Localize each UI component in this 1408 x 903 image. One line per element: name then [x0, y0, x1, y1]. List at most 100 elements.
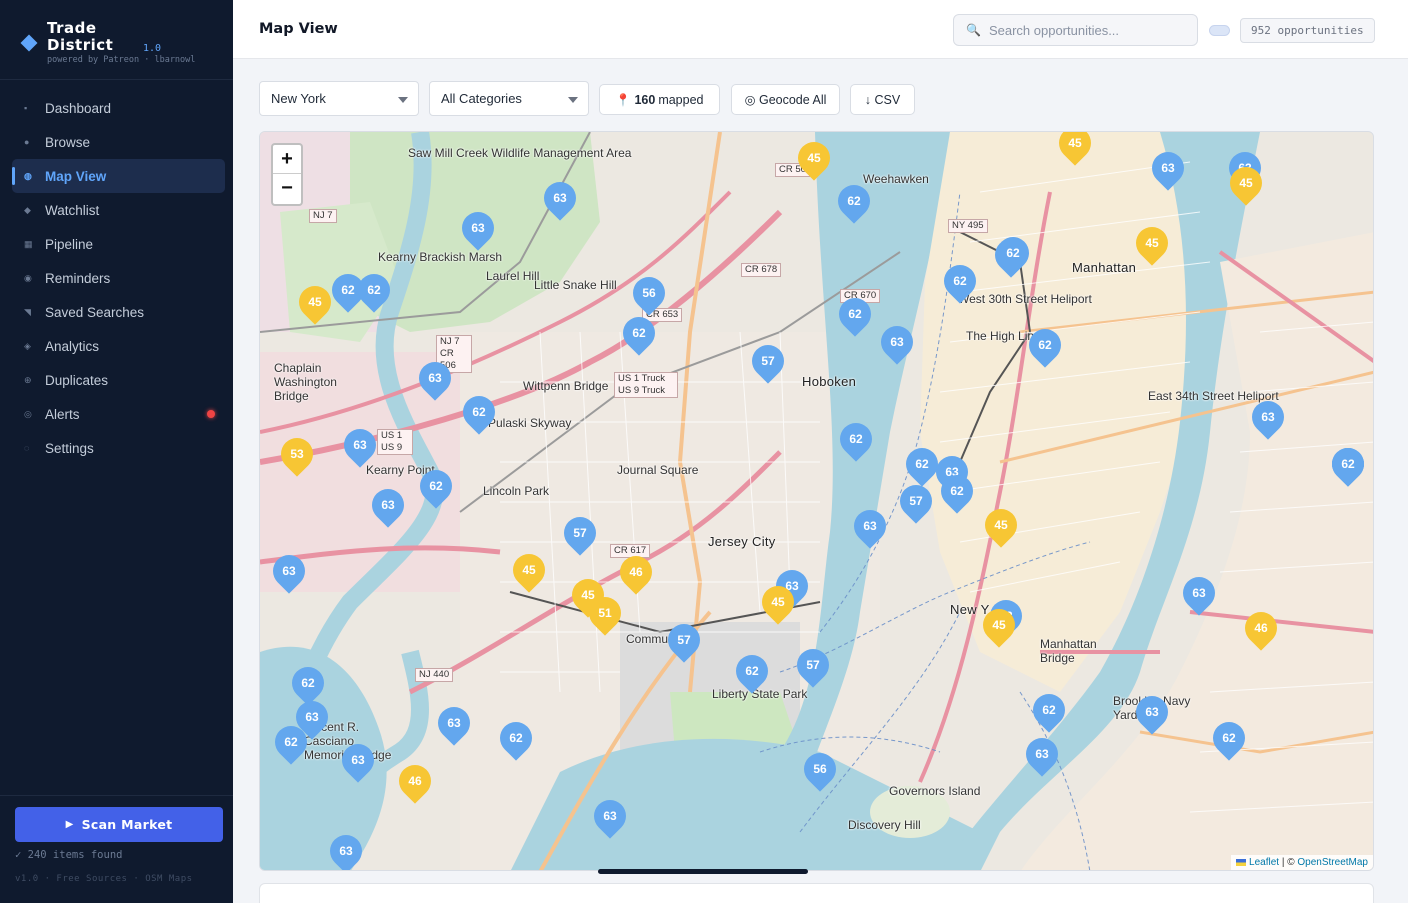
opportunity-cluster-marker[interactable]: 63: [431, 700, 477, 747]
opportunity-cluster-marker[interactable]: 46: [392, 758, 438, 805]
opportunity-cluster-marker[interactable]: 62: [351, 267, 397, 314]
sidebar-item-label: Settings: [45, 440, 94, 456]
opportunity-cluster-marker[interactable]: 63: [1245, 394, 1291, 441]
opportunity-cluster-marker[interactable]: 62: [1325, 441, 1371, 488]
road-shield: US 1 Truck US 9 Truck: [614, 372, 678, 398]
opportunity-cluster-marker[interactable]: 62: [831, 178, 877, 225]
sidebar-item-dashboard[interactable]: ▪ Dashboard: [12, 91, 225, 125]
map-view[interactable]: + − Weehawken Manhattan Hoboken Journal Squ…: [259, 131, 1374, 871]
view-toggle[interactable]: [1209, 25, 1230, 36]
cluster-count: 46: [408, 774, 422, 788]
watchlist-icon: ◆: [24, 204, 31, 215]
opportunity-cluster-marker[interactable]: 63: [455, 205, 501, 252]
sidebar-item-duplicates[interactable]: ⊕ Duplicates: [12, 363, 225, 397]
geocode-all-button[interactable]: ◎ Geocode All: [731, 84, 840, 115]
opportunity-cluster-marker[interactable]: 63: [412, 355, 458, 402]
opportunity-cluster-marker[interactable]: 62: [456, 389, 502, 436]
horizontal-scrollbar[interactable]: [598, 869, 808, 874]
opportunity-cluster-marker[interactable]: 63: [323, 828, 369, 870]
opportunity-cluster-marker[interactable]: 62: [616, 310, 662, 357]
csv-export-button[interactable]: ↓ CSV: [850, 84, 915, 115]
opportunity-cluster-marker[interactable]: 45: [978, 502, 1024, 549]
sidebar-item-pipeline[interactable]: ▦ Pipeline: [12, 227, 225, 261]
opportunity-cluster-marker[interactable]: 63: [874, 319, 920, 366]
opportunity-cluster-marker[interactable]: 45: [755, 579, 801, 626]
opportunity-cluster-marker[interactable]: 63: [266, 548, 312, 595]
opportunity-cluster-marker[interactable]: 57: [661, 617, 707, 664]
opportunity-cluster-marker[interactable]: 62: [413, 463, 459, 510]
opportunity-cluster-marker[interactable]: 63: [1019, 731, 1065, 778]
opportunity-cluster-marker[interactable]: 57: [790, 642, 836, 689]
opportunity-cluster-marker[interactable]: 57: [557, 510, 603, 557]
opportunity-cluster-marker[interactable]: 63: [587, 793, 633, 840]
opportunity-cluster-marker[interactable]: 62: [1022, 322, 1068, 369]
opportunity-cluster-marker[interactable]: 63: [365, 482, 411, 529]
opportunity-cluster-marker[interactable]: 62: [1206, 715, 1252, 762]
opportunity-cluster-marker[interactable]: 56: [626, 270, 672, 317]
cluster-count: 45: [1239, 176, 1253, 190]
opportunity-cluster-marker[interactable]: 63: [1145, 145, 1191, 192]
sidebar-item-settings[interactable]: ◌ Settings: [12, 431, 225, 465]
sidebar-item-reminders[interactable]: ◉ Reminders: [12, 261, 225, 295]
sidebar-item-saved-searches[interactable]: ◥ Saved Searches: [12, 295, 225, 329]
cluster-count: 63: [1192, 586, 1206, 600]
opportunity-cluster-marker[interactable]: 46: [613, 549, 659, 596]
opportunity-cluster-marker[interactable]: 63: [847, 503, 893, 550]
opportunity-cluster-marker[interactable]: 45: [1223, 160, 1269, 207]
category-select-value: All Categories: [441, 91, 522, 106]
cluster-count: 62: [632, 326, 646, 340]
opportunity-cluster-marker[interactable]: 63: [335, 737, 381, 784]
sidebar-item-analytics[interactable]: ◈ Analytics: [12, 329, 225, 363]
opportunity-cluster-marker[interactable]: 62: [899, 441, 945, 488]
brand-version: 1.0: [143, 43, 162, 54]
opportunity-cluster-marker[interactable]: 45: [1052, 132, 1098, 167]
zoom-in-button[interactable]: +: [273, 145, 301, 174]
zoom-out-button[interactable]: −: [273, 174, 301, 203]
opportunity-cluster-marker[interactable]: 53: [274, 431, 320, 478]
search-box[interactable]: 🔍: [953, 14, 1198, 46]
cluster-count: 63: [351, 753, 365, 767]
analytics-icon: ◈: [24, 340, 31, 351]
opportunity-cluster-marker[interactable]: 62: [990, 230, 1036, 277]
road-shield: CR 678: [741, 263, 782, 277]
osm-link[interactable]: OpenStreetMap: [1297, 857, 1368, 868]
category-select[interactable]: All Categories: [429, 81, 589, 116]
sidebar-item-map-view[interactable]: ◍ Map View: [12, 159, 225, 193]
sidebar-item-alerts[interactable]: ◎ Alerts: [12, 397, 225, 431]
opportunity-cluster-marker[interactable]: 45: [506, 547, 552, 594]
search-input[interactable]: [988, 22, 1189, 38]
opportunity-cluster-marker[interactable]: 45: [1129, 220, 1175, 267]
cluster-count: 57: [761, 354, 775, 368]
cluster-count: 57: [677, 633, 691, 647]
opportunity-cluster-marker[interactable]: 62: [937, 258, 983, 305]
sidebar-item-watchlist[interactable]: ◆ Watchlist: [12, 193, 225, 227]
cluster-count: 63: [1261, 410, 1275, 424]
region-select[interactable]: New York: [259, 81, 419, 116]
opportunity-cluster-marker[interactable]: 62: [832, 291, 878, 338]
opportunity-cluster-marker[interactable]: 57: [745, 338, 791, 385]
opportunity-cluster-marker[interactable]: 62: [493, 715, 539, 762]
mapped-count-suffix: mapped: [658, 92, 704, 107]
opportunity-cluster-marker[interactable]: 62: [268, 719, 314, 766]
sidebar: Trade District 1.0 powered by Patreon · …: [0, 0, 233, 903]
opportunity-cluster-marker[interactable]: 63: [1176, 570, 1222, 617]
opportunity-cluster-marker[interactable]: 45: [292, 279, 338, 326]
scan-market-button[interactable]: ▶ Scan Market: [15, 807, 223, 842]
opportunity-cluster-marker[interactable]: 62: [934, 468, 980, 515]
items-found-status: ✓ 240 items found: [15, 849, 123, 861]
opportunity-cluster-marker[interactable]: 63: [537, 175, 583, 222]
opportunity-cluster-marker[interactable]: 62: [833, 416, 879, 463]
opportunity-cluster-marker[interactable]: 62: [729, 648, 775, 695]
sidebar-item-browse[interactable]: ● Browse: [12, 125, 225, 159]
opportunity-cluster-marker[interactable]: 63: [337, 422, 383, 469]
opportunity-cluster-marker[interactable]: 45: [791, 135, 837, 182]
opportunity-cluster-marker[interactable]: 62: [1026, 687, 1072, 734]
opportunity-cluster-marker[interactable]: 46: [1238, 605, 1284, 652]
road-shield: NY 495: [948, 219, 988, 233]
opportunity-cluster-marker[interactable]: 45: [976, 602, 1022, 649]
opportunity-cluster-marker[interactable]: 63: [1129, 689, 1175, 736]
opportunity-cluster-marker[interactable]: 51: [582, 590, 628, 637]
opportunity-cluster-marker[interactable]: 57: [893, 478, 939, 525]
opportunity-cluster-marker[interactable]: 56: [797, 746, 843, 793]
leaflet-link[interactable]: Leaflet: [1249, 857, 1279, 868]
